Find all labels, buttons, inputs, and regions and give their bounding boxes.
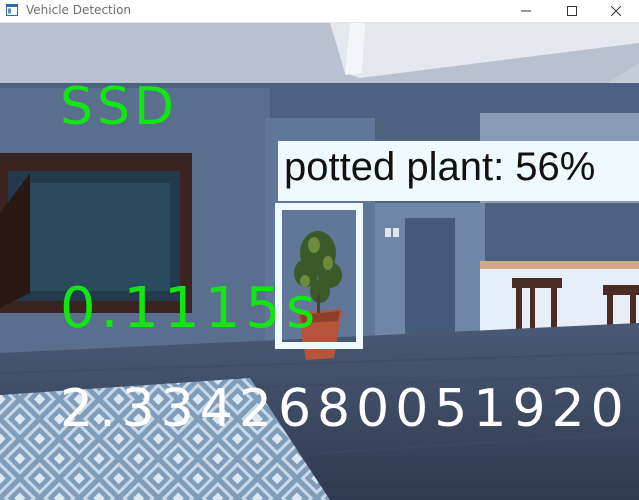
maximize-button[interactable]	[549, 0, 595, 22]
model-name-label: SSD	[60, 77, 179, 137]
raw-value-label: 2.3342680051920	[60, 379, 630, 439]
detection-bounding-box	[275, 203, 363, 349]
window-title: Vehicle Detection	[26, 3, 132, 17]
camera-frame: SSD 0.1115s 2.3342680051920 potted plant…	[0, 23, 639, 500]
maximize-icon	[567, 6, 577, 16]
minimize-button[interactable]	[503, 0, 549, 22]
detection-label: potted plant: 56%	[284, 145, 596, 189]
window-title-bar[interactable]: Vehicle Detection	[0, 0, 639, 23]
close-icon	[611, 6, 621, 16]
close-button[interactable]	[593, 0, 639, 22]
minimize-icon	[521, 10, 531, 12]
app-window-icon	[6, 4, 18, 16]
